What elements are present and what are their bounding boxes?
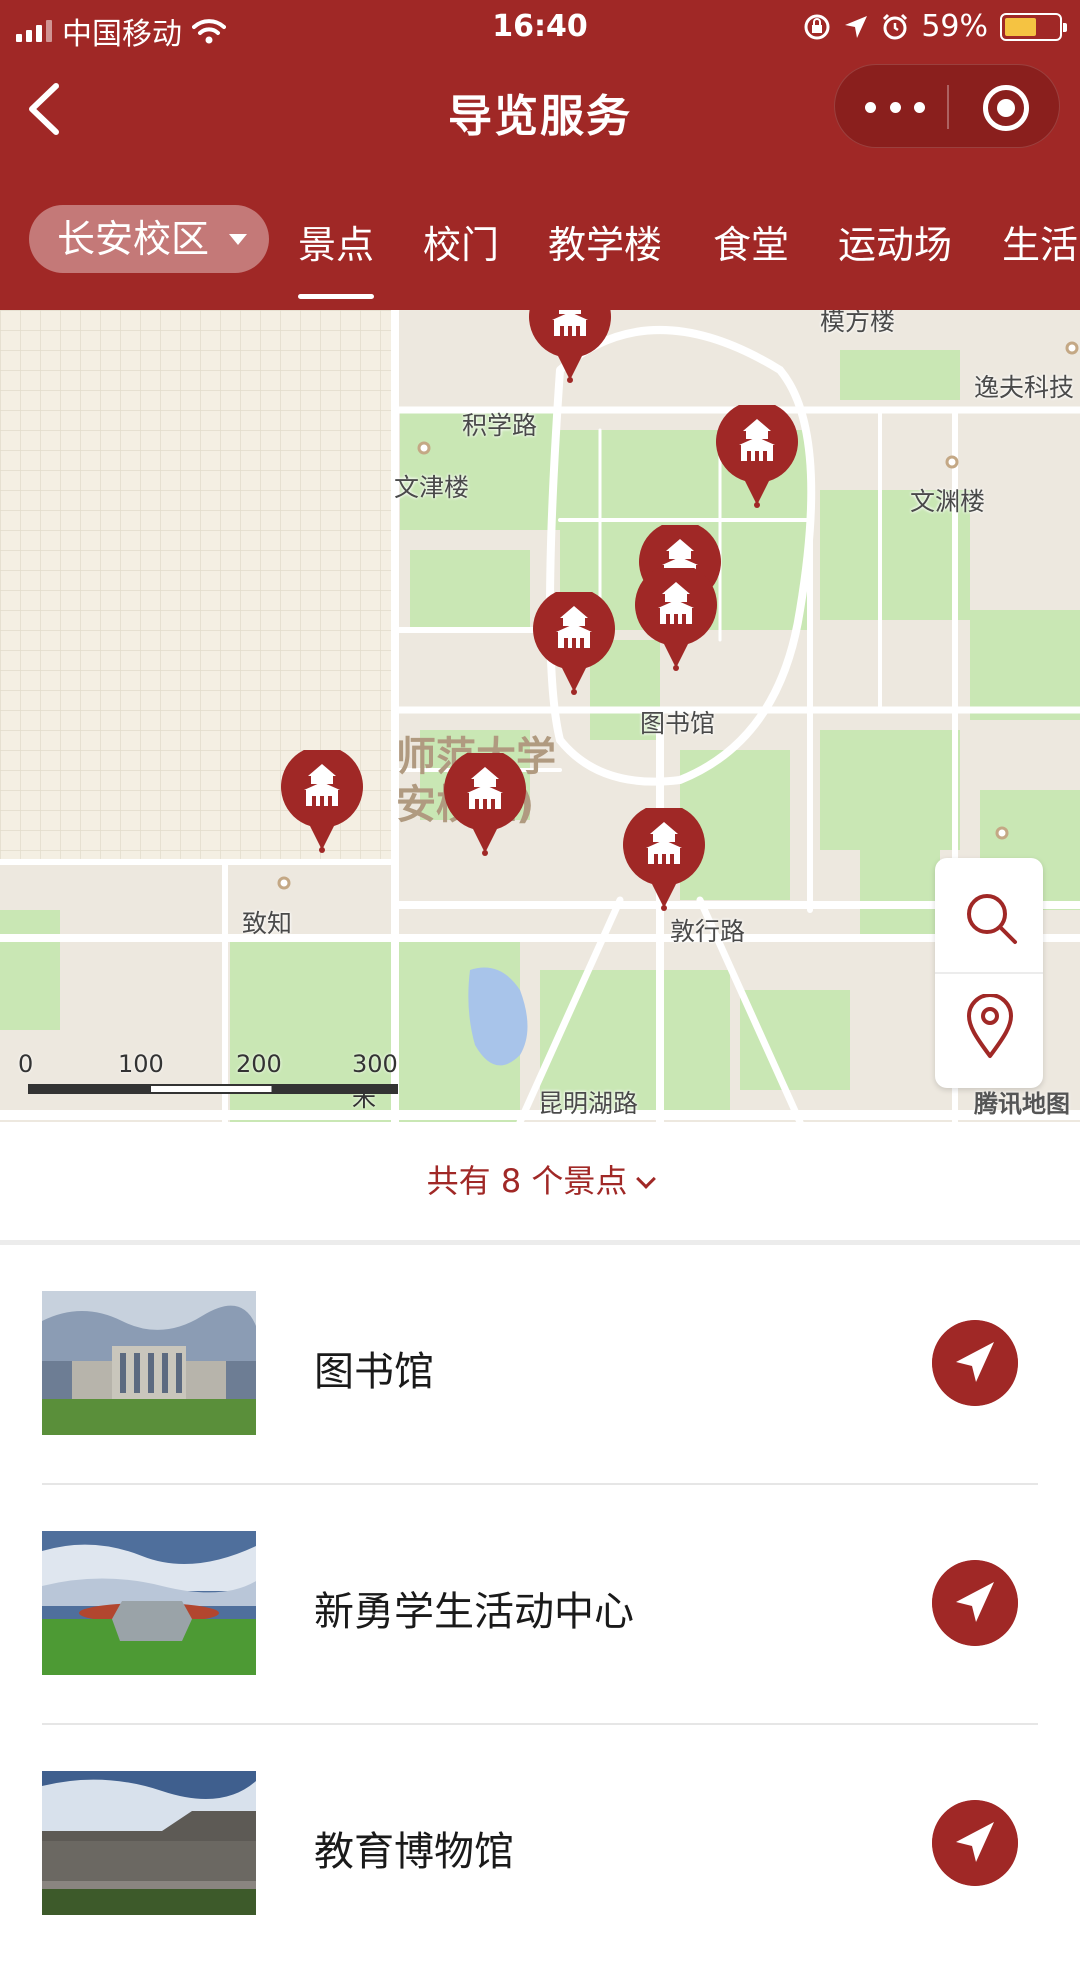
tab-canteens[interactable]: 食堂: [713, 214, 789, 269]
map-label-dunxing-road: 敦行路: [670, 917, 746, 946]
scale-label-0: 0: [18, 1050, 34, 1078]
tab-sports-fields[interactable]: 运动场: [838, 214, 952, 269]
tab-living[interactable]: 生活: [1002, 214, 1078, 269]
scenic-spot-marker[interactable]: [280, 750, 364, 854]
scale-label-200: 200: [236, 1050, 282, 1078]
scenic-spot-marker[interactable]: [622, 808, 706, 912]
map-provider-logo: 腾讯地图: [974, 1090, 1070, 1118]
spot-photo-library: [42, 1291, 256, 1435]
scale-bar: [28, 1084, 398, 1094]
map-label-library: 图书馆: [640, 709, 716, 738]
location-arrow-icon: [845, 15, 868, 38]
scenic-spot-marker[interactable]: [443, 753, 527, 857]
scenic-spot-marker[interactable]: [528, 310, 612, 384]
battery-icon: [1000, 12, 1067, 41]
category-tabs: 长安校区 景点 校门 教学楼 食堂 运动场 生活: [0, 200, 1080, 310]
navigate-button[interactable]: [932, 1320, 1018, 1406]
close-miniprogram-button[interactable]: [983, 85, 1029, 131]
rotation-lock-icon: [804, 14, 830, 39]
more-button[interactable]: [865, 87, 925, 127]
spot-name: 教育博物馆: [314, 1829, 514, 1875]
map-scale: 0 100 200 300 米: [18, 1050, 398, 1112]
spot-photo-museum: [42, 1771, 256, 1915]
tab-gates[interactable]: 校门: [423, 214, 499, 269]
scale-label-100: 100: [118, 1050, 164, 1078]
spot-photo-activity-center: [42, 1531, 256, 1675]
navigate-button[interactable]: [932, 1560, 1018, 1646]
map-base-layer: [0, 310, 1080, 1122]
spot-name: 新勇学生活动中心: [314, 1589, 634, 1635]
map-label-wenjin: 文津楼: [394, 473, 470, 502]
navigation-bar: 导览服务: [0, 54, 1080, 164]
list-item[interactable]: 图书馆: [0, 1245, 1080, 1485]
scale-label-300: 300 米: [352, 1050, 398, 1112]
chevron-down-icon: [636, 1169, 657, 1189]
battery-percent: 59%: [921, 9, 988, 44]
map-label-kunming-road: 昆明湖路: [538, 1089, 639, 1118]
scenic-spot-marker[interactable]: [532, 592, 616, 696]
alarm-icon: [883, 13, 908, 39]
campus-map[interactable]: 模方楼 逸夫科技 积学路 文津楼 文渊楼 图书馆 师范大学 安校区) 致知 敦行…: [0, 310, 1080, 1122]
map-label-wenyuan: 文渊楼: [910, 487, 986, 516]
map-label-yifang: 模方楼: [820, 310, 896, 336]
spot-name: 图书馆: [314, 1349, 434, 1395]
campus-label: 长安校区: [57, 217, 210, 261]
list-item[interactable]: 教育博物馆: [0, 1725, 1080, 1965]
scenic-spot-marker[interactable]: [715, 405, 799, 509]
dropdown-caret-icon: [229, 234, 247, 245]
locate-icon[interactable]: [965, 994, 1015, 1060]
map-label-zhizhi: 致知: [242, 909, 293, 938]
map-label-yifu: 逸夫科技: [974, 373, 1075, 402]
map-label-jixue-road: 积学路: [462, 411, 538, 440]
list-item[interactable]: 新勇学生活动中心: [0, 1485, 1080, 1725]
app-header: 中国移动 16:40 59% 导览服务 长安校区 景点 校门 教学楼 食堂 运动…: [0, 0, 1080, 310]
tab-scenic-spots[interactable]: 景点: [298, 214, 375, 299]
status-bar: 中国移动 16:40 59%: [0, 0, 1080, 54]
spot-count-toggle[interactable]: 共有 8 个景点: [0, 1122, 1080, 1240]
search-icon[interactable]: [963, 890, 1019, 946]
scenic-spot-marker[interactable]: [634, 568, 718, 672]
miniprogram-capsule: [834, 64, 1060, 148]
map-controls: [935, 858, 1043, 1088]
campus-selector[interactable]: 长安校区: [29, 205, 269, 273]
navigate-button[interactable]: [932, 1800, 1018, 1886]
spot-list: 图书馆 新勇学生活动中心 教育博物馆: [0, 1245, 1080, 1965]
tab-teaching-buildings[interactable]: 教学楼: [548, 214, 662, 269]
spot-count-text: 共有 8 个景点: [426, 1162, 628, 1200]
